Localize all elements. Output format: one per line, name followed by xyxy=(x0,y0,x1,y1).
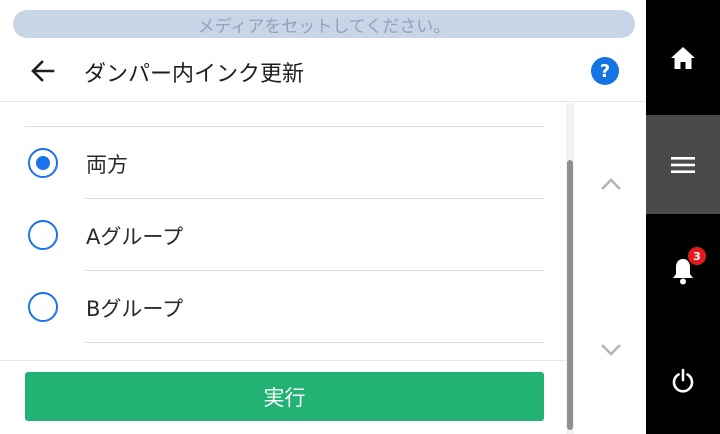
nav-home-button[interactable] xyxy=(646,0,720,115)
option-label: Bグループ xyxy=(86,297,184,321)
page-up-button[interactable] xyxy=(596,172,626,196)
radio-group-b[interactable] xyxy=(28,292,58,322)
scrollbar-thumb[interactable] xyxy=(567,160,573,430)
chevron-up-icon xyxy=(601,178,621,190)
status-banner: メディアをセットしてください。 xyxy=(13,10,635,38)
back-button[interactable] xyxy=(26,54,60,88)
page-header: ダンパー内インク更新 ? xyxy=(0,40,646,102)
execute-button[interactable]: 実行 xyxy=(25,372,544,421)
nav-notifications-button[interactable]: 3 xyxy=(646,214,720,327)
side-nav: 3 xyxy=(646,0,720,434)
radio-group-a[interactable] xyxy=(28,220,58,250)
menu-icon xyxy=(671,156,695,173)
nav-power-button[interactable] xyxy=(646,327,720,434)
home-icon xyxy=(671,46,695,69)
help-button[interactable]: ? xyxy=(591,57,619,85)
option-label: 両方 xyxy=(86,153,128,177)
radio-both[interactable] xyxy=(28,148,58,178)
page-title: ダンパー内インク更新 xyxy=(84,62,305,87)
footer: 実行 xyxy=(0,360,566,434)
nav-menu-button[interactable] xyxy=(646,115,720,214)
page-down-button[interactable] xyxy=(596,338,626,362)
arrow-left-icon xyxy=(31,60,55,82)
option-group-a[interactable]: Aグループ xyxy=(0,199,566,271)
option-both[interactable]: 両方 xyxy=(0,127,566,199)
chevron-down-icon xyxy=(601,344,621,356)
power-icon xyxy=(672,368,694,393)
option-label: Aグループ xyxy=(86,225,184,249)
list-divider xyxy=(84,342,544,343)
notification-badge: 3 xyxy=(688,247,706,265)
option-list: 両方 Aグループ Bグループ xyxy=(0,103,566,360)
status-message: メディアをセットしてください。 xyxy=(197,16,451,37)
option-group-b[interactable]: Bグループ xyxy=(0,271,566,343)
